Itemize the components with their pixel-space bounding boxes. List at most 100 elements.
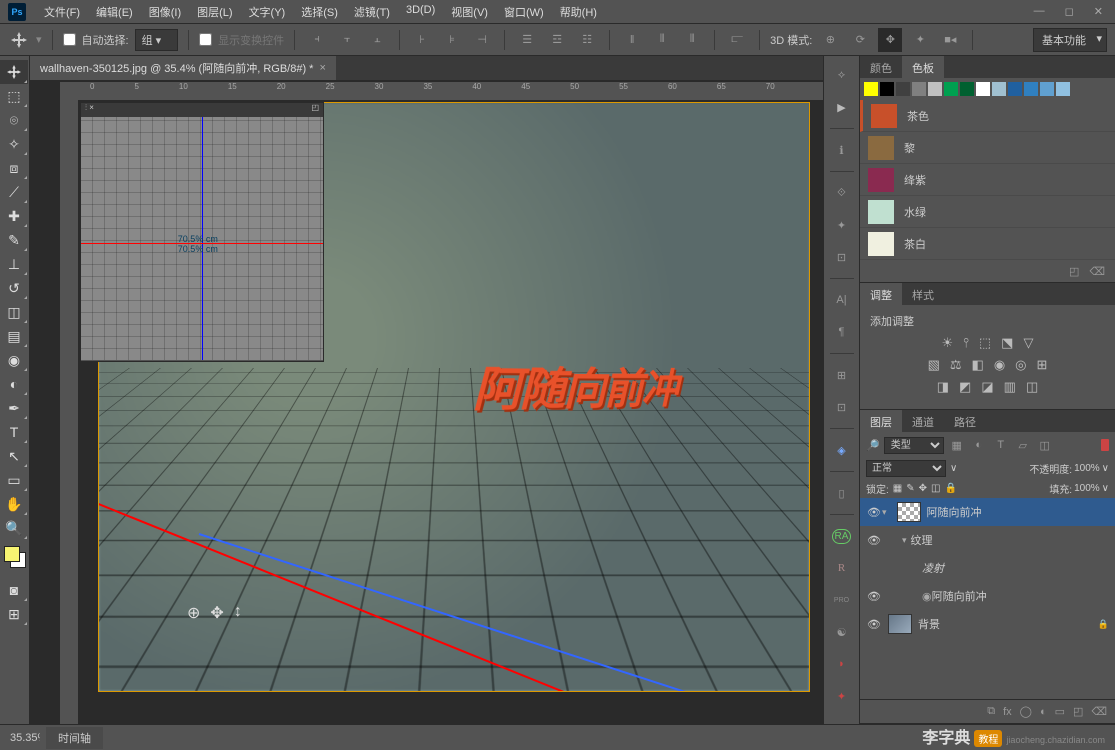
slide-3d-icon[interactable]: ✦	[908, 28, 932, 52]
transform-controls-checkbox[interactable]	[199, 33, 212, 46]
layer-mask-icon[interactable]: ◯	[1020, 705, 1032, 718]
menu-item[interactable]: 窗口(W)	[496, 4, 552, 20]
type-tool[interactable]: T	[0, 420, 28, 444]
clone-source-dock-icon[interactable]: ⊡	[829, 244, 855, 270]
screen-mode-tool[interactable]: ⊞	[0, 602, 28, 626]
close-tab-icon[interactable]: ×	[319, 62, 325, 74]
quick-mask-tool[interactable]: ◙	[0, 578, 28, 602]
swatch[interactable]	[976, 82, 990, 96]
align-right-icon[interactable]: ⊣	[470, 28, 494, 52]
swatch[interactable]	[928, 82, 942, 96]
color-list-item[interactable]: 茶色	[860, 100, 1115, 132]
align-top-icon[interactable]: ⫞	[305, 28, 329, 52]
lock-all-icon[interactable]: 🔒	[944, 483, 956, 494]
distribute-5-icon[interactable]: ⦀	[650, 28, 674, 52]
color-list-item[interactable]: 茶白	[860, 228, 1115, 260]
layer-fx-icon[interactable]: fx	[1003, 706, 1012, 718]
auto-align-icon[interactable]: ⫍	[725, 28, 749, 52]
threshold-icon[interactable]: ◪	[981, 379, 993, 395]
opacity-value[interactable]: 100%	[1074, 463, 1100, 474]
plugin-star-icon[interactable]: ✦	[829, 683, 855, 709]
plugin-ra-icon[interactable]: RA	[829, 523, 855, 549]
layer-new-icon[interactable]: ◰	[1073, 705, 1083, 718]
align-bottom-icon[interactable]: ⫠	[365, 28, 389, 52]
dodge-tool[interactable]: ◐	[0, 372, 28, 396]
menu-item[interactable]: 3D(D)	[398, 4, 443, 20]
color-list-item[interactable]: 黎	[860, 132, 1115, 164]
color-tab[interactable]: 颜色	[860, 56, 902, 78]
plugin-yinyang-icon[interactable]: ☯	[829, 619, 855, 645]
menu-item[interactable]: 滤镜(T)	[346, 4, 398, 20]
filter-pixel-icon[interactable]: ▦	[948, 436, 966, 454]
menu-item[interactable]: 文字(Y)	[241, 4, 294, 20]
healing-tool[interactable]: ✚	[0, 204, 28, 228]
align-vcenter-icon[interactable]: ⫟	[335, 28, 359, 52]
swatch[interactable]	[1056, 82, 1070, 96]
layer-adjust-icon[interactable]: ◐	[1040, 706, 1047, 718]
distribute-4-icon[interactable]: ‖	[620, 28, 644, 52]
hue-icon[interactable]: ▧	[928, 357, 940, 373]
3d-scene-dock-icon[interactable]: ◈	[829, 437, 855, 463]
close-button[interactable]: ✕	[1090, 5, 1107, 18]
curves-icon[interactable]: ⬚	[979, 335, 991, 351]
menu-item[interactable]: 编辑(E)	[88, 4, 141, 20]
mixer-icon[interactable]: ◎	[1015, 357, 1026, 373]
menu-item[interactable]: 图像(I)	[141, 4, 189, 20]
workspace-dropdown[interactable]: 基本功能	[1033, 28, 1107, 52]
layer-visibility-icon[interactable]: 👁	[866, 534, 882, 547]
brightness-icon[interactable]: ☀	[942, 335, 954, 351]
swatch[interactable]	[992, 82, 1006, 96]
swatch[interactable]	[864, 82, 878, 96]
orbit-3d-icon[interactable]: ⊕	[818, 28, 842, 52]
3d-camera-dock-icon[interactable]: ⊞	[829, 362, 855, 388]
properties-dock-icon[interactable]: ⊡	[829, 394, 855, 420]
lock-position-icon[interactable]: ✥	[919, 483, 927, 494]
zoom-tool[interactable]: 🔍	[0, 516, 28, 540]
maximize-button[interactable]: ◻	[1061, 5, 1078, 18]
link-layers-icon[interactable]: ⧉	[987, 705, 995, 718]
wand-tool[interactable]: ✧	[0, 132, 28, 156]
color-swatches[interactable]	[0, 544, 28, 572]
brushes-dock-icon[interactable]: ✦	[829, 212, 855, 238]
brush-tool[interactable]: ✎	[0, 228, 28, 252]
canvas-viewport[interactable]: 0510152025303540455055606570 阿随向前冲 ⊕ ✥ ↕…	[30, 80, 823, 724]
layer-group-icon[interactable]: ▭	[1055, 705, 1065, 718]
auto-select-checkbox[interactable]	[63, 33, 76, 46]
lock-artboard-icon[interactable]: ◫	[931, 483, 940, 494]
swatch[interactable]	[896, 82, 910, 96]
swatch[interactable]	[944, 82, 958, 96]
paths-tab[interactable]: 路径	[944, 410, 986, 432]
scale-3d-icon[interactable]: ■◂	[938, 28, 962, 52]
adjustments-tab[interactable]: 调整	[860, 283, 902, 305]
lasso-tool[interactable]: ⌾	[0, 108, 28, 132]
plugin-r-icon[interactable]: R	[829, 555, 855, 581]
layer-visibility-icon[interactable]: 👁	[866, 506, 882, 519]
menu-item[interactable]: 帮助(H)	[552, 4, 605, 20]
swatch[interactable]	[880, 82, 894, 96]
gradient-tool[interactable]: ▤	[0, 324, 28, 348]
channels-tab[interactable]: 通道	[902, 410, 944, 432]
layer-delete-icon[interactable]: ⌫	[1091, 705, 1107, 718]
blend-mode-dropdown[interactable]: 正常	[866, 460, 946, 477]
invert-icon[interactable]: ◨	[937, 379, 949, 395]
plugin-pro-icon[interactable]: PRO	[829, 587, 855, 613]
brush-settings-dock-icon[interactable]: ⟐	[829, 180, 855, 206]
device-preview-dock-icon[interactable]: ▯	[829, 480, 855, 506]
crop-tool[interactable]: ⧈	[0, 156, 28, 180]
swatch[interactable]	[1040, 82, 1054, 96]
blur-tool[interactable]: ◉	[0, 348, 28, 372]
minimize-button[interactable]: —	[1030, 5, 1049, 18]
marquee-tool[interactable]: ⬚	[0, 84, 28, 108]
eraser-tool[interactable]: ◫	[0, 300, 28, 324]
color-list-item[interactable]: 绛紫	[860, 164, 1115, 196]
lock-image-icon[interactable]: ✎	[906, 483, 914, 494]
dolly-icon[interactable]: ↕	[234, 603, 242, 623]
layer-visibility-icon[interactable]: 👁	[866, 618, 882, 631]
paragraph-dock-icon[interactable]: ¶	[829, 319, 855, 345]
layer-row[interactable]: 👁▾纹理	[860, 526, 1115, 554]
filter-toggle[interactable]	[1101, 439, 1109, 451]
distribute-3-icon[interactable]: ☷	[575, 28, 599, 52]
align-left-icon[interactable]: ⊦	[410, 28, 434, 52]
layer-row[interactable]: 👁▾阿随向前冲	[860, 498, 1115, 526]
menu-item[interactable]: 视图(V)	[443, 4, 496, 20]
